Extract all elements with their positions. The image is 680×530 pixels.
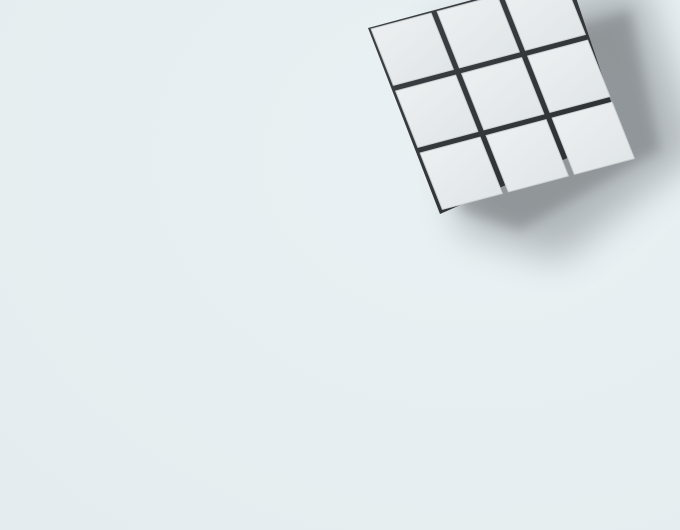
photo-background [0,0,680,530]
cube-illustration [368,0,680,260]
